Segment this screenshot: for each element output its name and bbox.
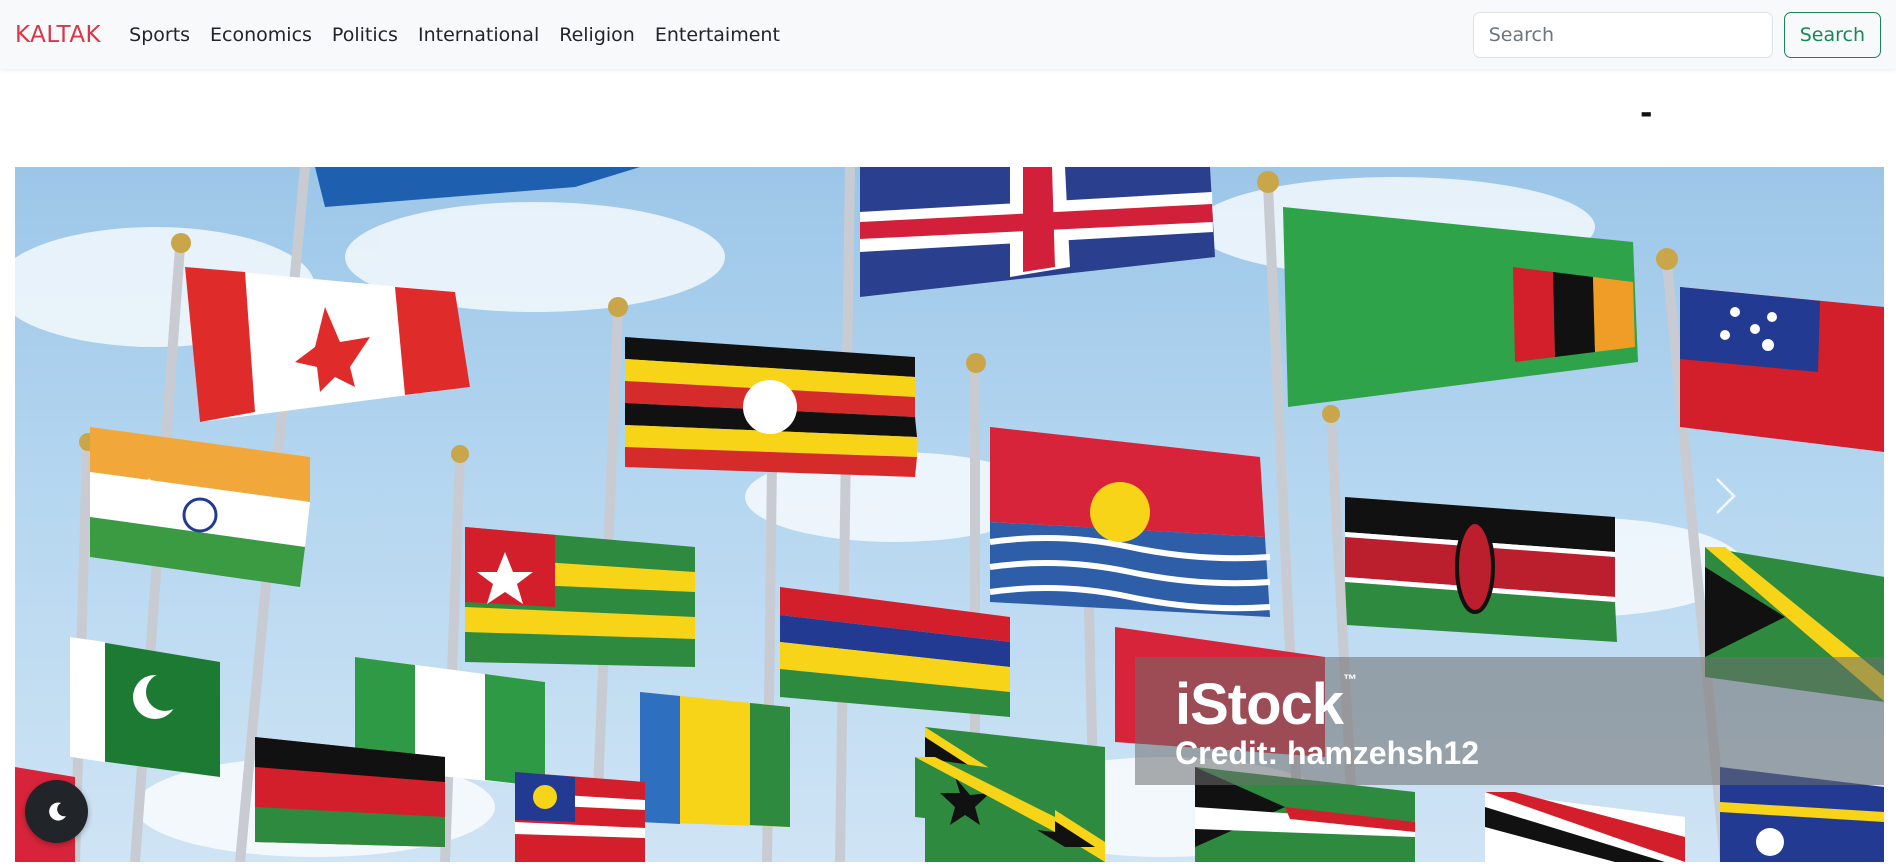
nav-link-economics[interactable]: Economics [200,24,322,46]
moon-icon [48,802,66,821]
carousel-next-button[interactable] [1715,477,1775,557]
nav-links: Sports Economics Politics International … [119,24,790,46]
nav-link-sports[interactable]: Sports [119,24,200,46]
search-input[interactable] [1472,11,1773,58]
carousel-prev-button[interactable] [130,477,190,557]
theme-toggle-button[interactable] [25,780,88,843]
search-form: Search [1472,11,1881,58]
watermark-brand: iStock™ [1175,671,1357,737]
nav-link-international[interactable]: International [408,24,549,46]
nav-link-politics[interactable]: Politics [322,24,408,46]
news-carousel[interactable]: iStock™ Credit: hamzehsh12 [15,167,1884,862]
istock-watermark: iStock™ Credit: hamzehsh12 [1135,657,1884,785]
search-button[interactable]: Search [1783,11,1881,58]
watermark-credit: Credit: hamzehsh12 [1175,735,1480,771]
top-navbar: KALTAK Sports Economics Politics Interna… [0,0,1896,69]
nav-link-entertainment[interactable]: Entertaiment [645,24,790,46]
nav-link-religion[interactable]: Religion [549,24,645,46]
chevron-right-icon [1716,478,1736,514]
page-headline: - [1640,96,1653,131]
chevron-left-icon [131,478,151,514]
brand-logo[interactable]: KALTAK [15,22,101,48]
